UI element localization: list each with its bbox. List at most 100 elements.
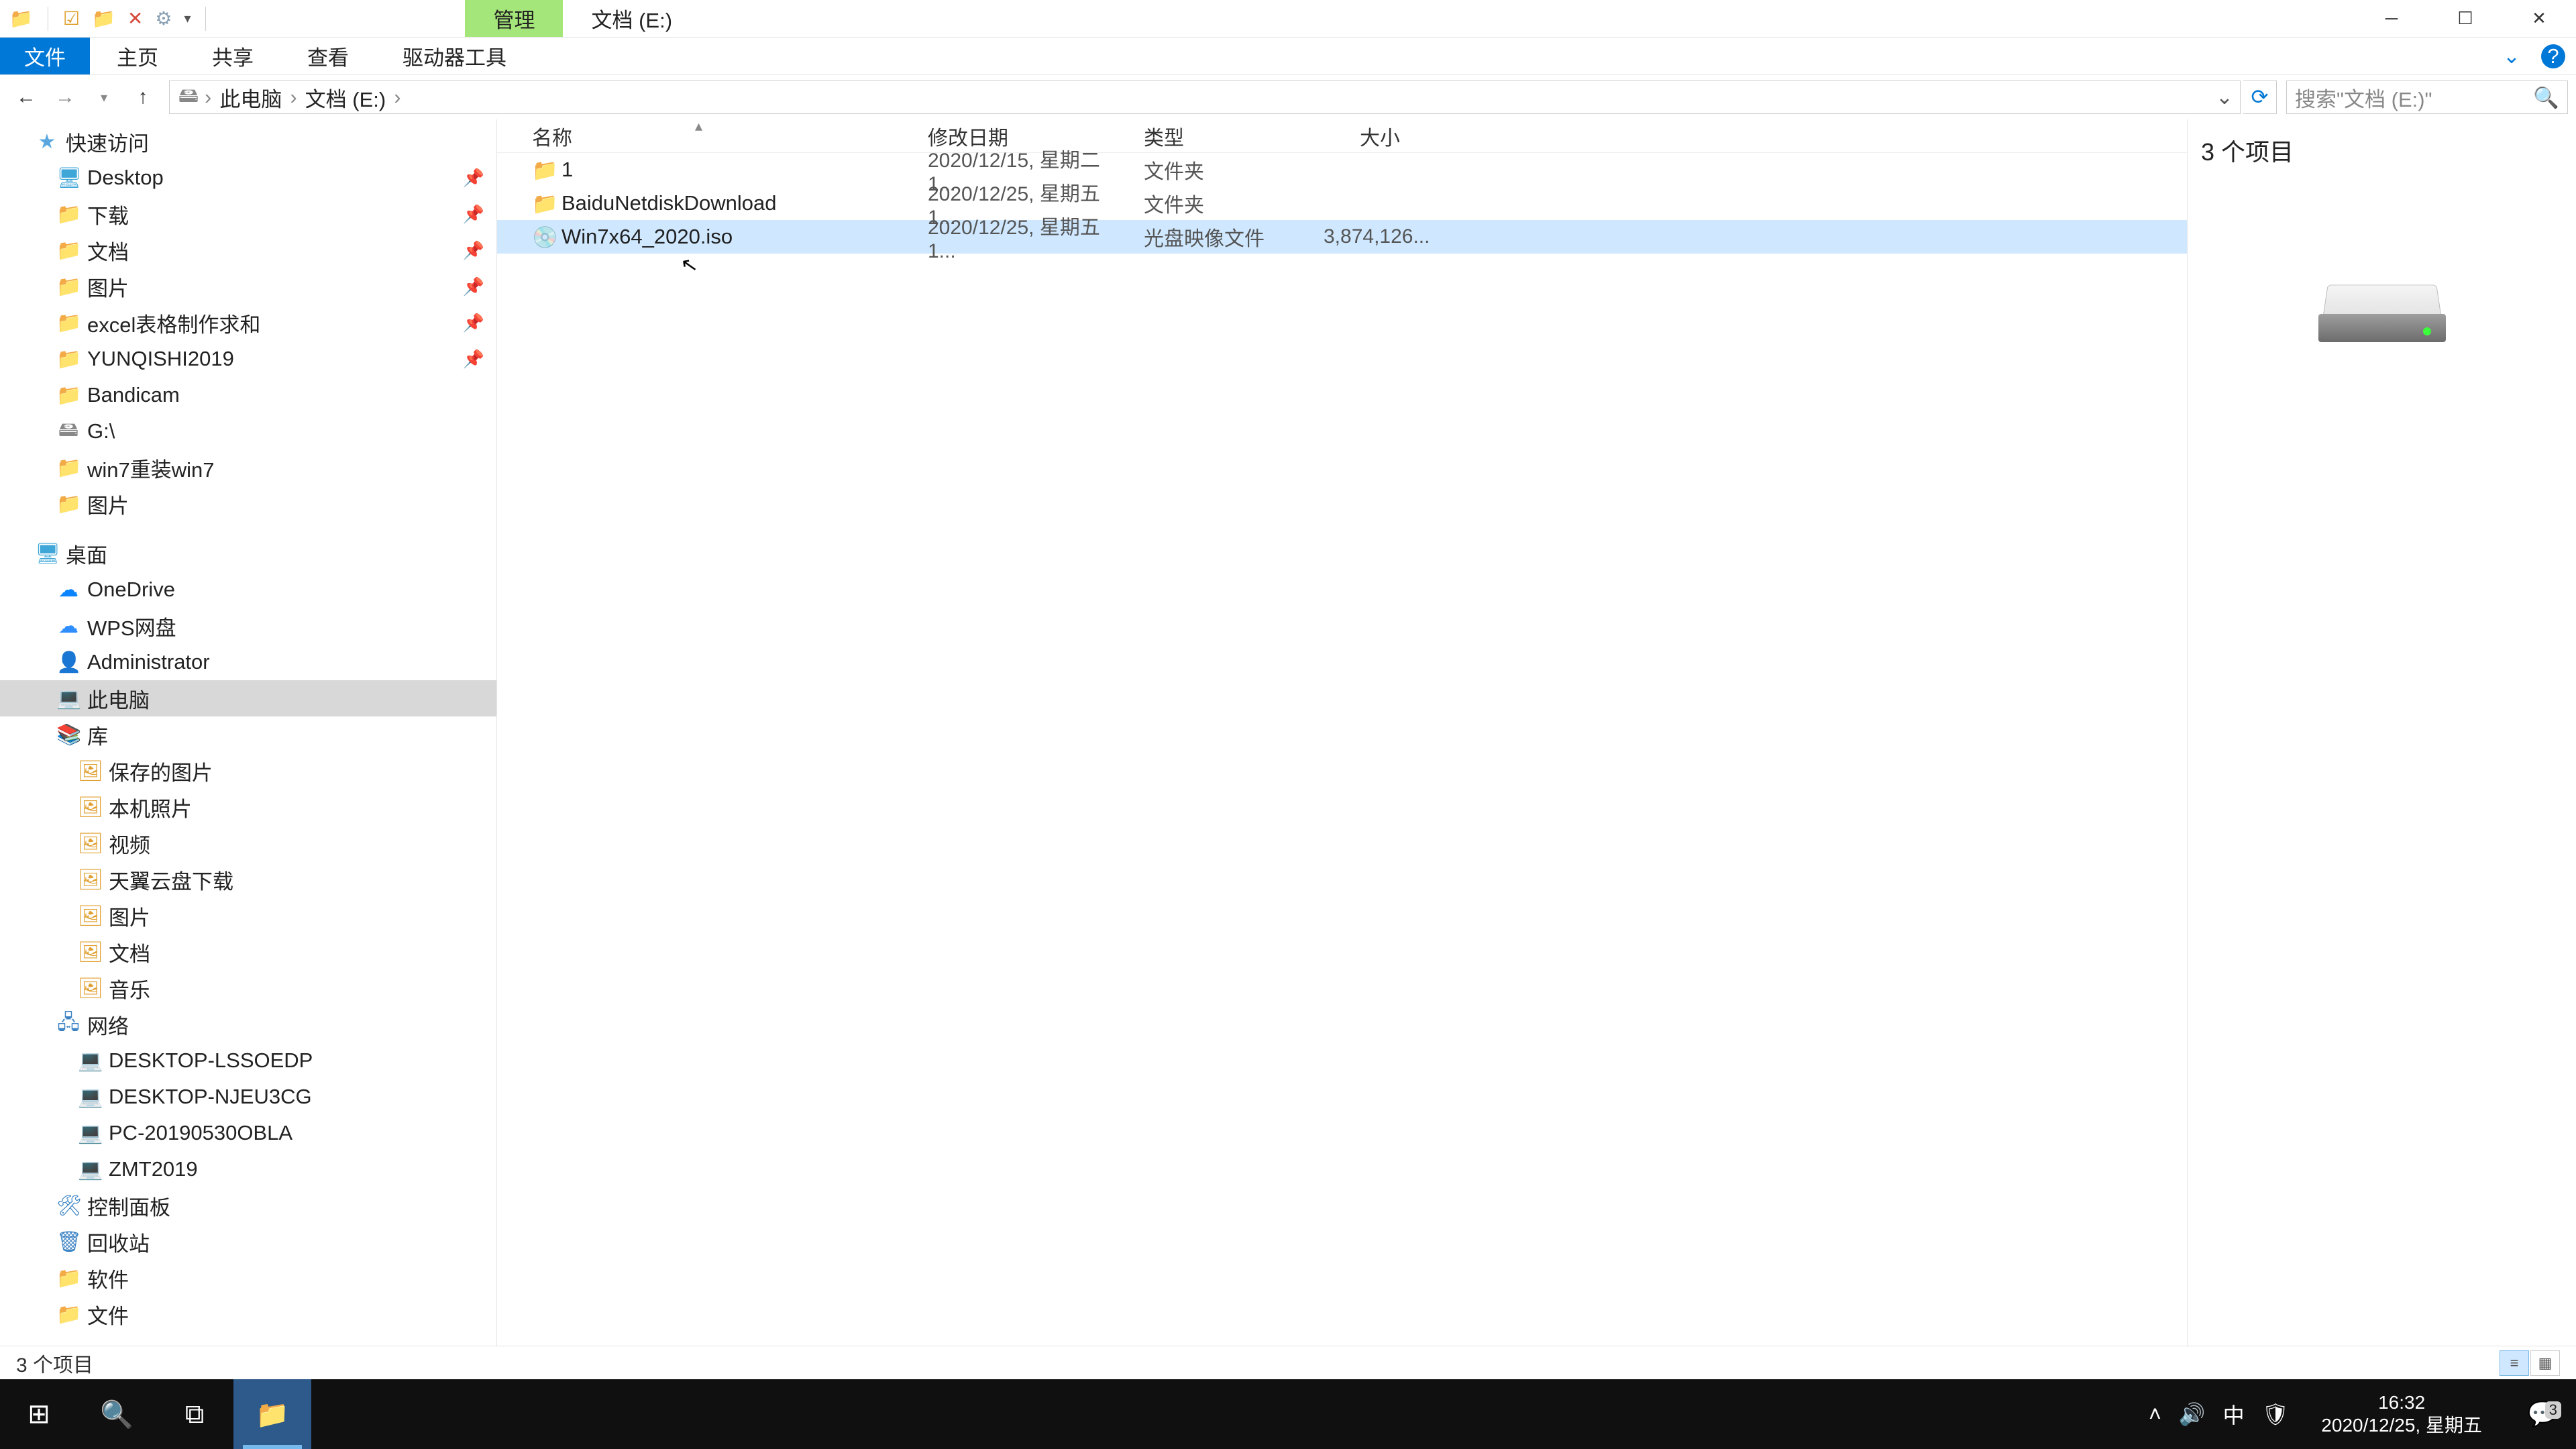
file-row[interactable]: 📁 1 2020/12/15, 星期二 1... 文件夹 [497,153,2187,186]
volume-icon[interactable]: 🔊 [2179,1401,2206,1427]
nav-desktop-item[interactable]: ☁ WPS网盘 [0,608,496,644]
nav-quick-item[interactable]: 📁 excel表格制作求和 📌 [0,305,496,341]
nav-quick-item[interactable]: 📁 YUNQISHI2019 📌 [0,341,496,377]
contextual-tab-manage[interactable]: 管理 [465,0,563,37]
recent-dropdown-icon[interactable]: ▾ [86,80,122,114]
ribbon-expand-icon[interactable]: ⌄ [2493,38,2530,74]
search-button[interactable]: 🔍 [78,1379,156,1449]
lib-icon: 📚 [56,723,80,747]
nav-lib-item[interactable]: 🖼 图片 [0,898,496,934]
nav-quick-item[interactable]: 📁 Bandicam [0,377,496,413]
tray-chevron-icon[interactable]: ˄ [2149,1402,2161,1427]
file-row[interactable]: 📁 BaiduNetdiskDownload 2020/12/25, 星期五 1… [497,186,2187,220]
nav-recycle-bin[interactable]: 🗑 回收站 [0,1224,496,1260]
notifications-button[interactable]: 💬3 [2514,1400,2571,1428]
pc-icon: 💻 [78,1085,102,1109]
nav-software[interactable]: 📁 软件 [0,1260,496,1296]
file-row[interactable]: 💿 Win7x64_2020.iso 2020/12/25, 星期五 1... … [497,220,2187,254]
nav-desktop-item[interactable]: 👤 Administrator [0,644,496,680]
pin-icon: 📌 [463,240,484,261]
qat-properties-icon[interactable]: ☑ [63,7,80,30]
address-bar[interactable]: 🖴 › 此电脑 › 文档 (E:) › ⌄ [169,80,2241,114]
clock[interactable]: 16:32 2020/12/25, 星期五 [2306,1391,2497,1436]
ribbon-tab-share[interactable]: 共享 [185,38,280,74]
nav-quick-item[interactable]: 📁 win7重装win7 [0,449,496,486]
view-details-button[interactable]: ≡ [2500,1350,2529,1376]
nav-label: 网络 [87,1010,129,1040]
breadcrumb[interactable]: 此电脑 [215,83,286,113]
refresh-button[interactable]: ⟳ [2243,80,2277,114]
forward-button[interactable]: → [47,80,83,114]
column-headers: 名称 ▴ 修改日期 类型 大小 [497,119,2187,153]
close-button[interactable]: ✕ [2502,0,2576,38]
address-dropdown-icon[interactable]: ⌄ [2216,85,2233,109]
nav-label: 图片 [87,489,129,519]
column-name[interactable]: 名称 ▴ [497,121,893,151]
nav-quick-access[interactable]: ★ 快速访问 [0,123,496,160]
nav-lib-item[interactable]: 🖼 音乐 [0,970,496,1006]
view-icons-button[interactable]: ▦ [2530,1350,2560,1376]
system-tray: ˄ 🔊 中 🛡 16:32 2020/12/25, 星期五 💬3 [2149,1391,2576,1436]
chevron-right-icon[interactable]: › [205,85,211,109]
column-type[interactable]: 类型 [1109,121,1289,151]
back-button[interactable]: ← [8,80,44,114]
qat-new-folder-icon[interactable]: 📁 [92,7,115,30]
nav-quick-item[interactable]: 🖴 G:\ [0,413,496,449]
qat-close-icon[interactable]: ✕ [127,7,143,30]
nav-desktop-item[interactable]: ☁ OneDrive [0,572,496,608]
nav-network[interactable]: 🖧 网络 [0,1006,496,1042]
qat-settings-icon[interactable]: ⚙ [155,7,172,30]
ribbon-tab-file[interactable]: 文件 [0,38,90,74]
nav-control-panel[interactable]: 🛠 控制面板 [0,1187,496,1224]
task-view-button[interactable]: ⧉ [156,1379,233,1449]
nav-quick-item[interactable]: 🖥 Desktop 📌 [0,160,496,196]
nav-lib-item[interactable]: 🖼 视频 [0,825,496,861]
taskbar-explorer[interactable]: 📁 [233,1379,311,1449]
security-icon[interactable]: 🛡 [2262,1401,2290,1427]
nav-network-pc[interactable]: 💻 PC-20190530OBLA [0,1115,496,1151]
nav-desktop-root[interactable]: 🖥 桌面 [0,535,496,572]
qat-dropdown-icon[interactable]: ▾ [184,10,191,27]
nav-quick-item[interactable]: 📁 文档 📌 [0,232,496,268]
folder-icon: 📁 [56,275,80,299]
chevron-right-icon[interactable]: › [394,85,400,109]
chevron-right-icon[interactable]: › [290,85,297,109]
nav-label: 图片 [109,901,150,931]
nav-label: 回收站 [87,1227,150,1257]
nav-network-pc[interactable]: 💻 DESKTOP-NJEU3CG [0,1079,496,1115]
nav-label: 本机照片 [109,792,192,822]
maximize-button[interactable]: ☐ [2428,0,2502,38]
search-input[interactable]: 搜索"文档 (E:)" 🔍 [2286,80,2568,114]
library-icon: 🖼 [78,868,102,892]
breadcrumb[interactable]: 文档 (E:) [301,83,390,113]
nav-label: YUNQISHI2019 [87,347,234,371]
ribbon: 文件 主页 共享 查看 驱动器工具 ⌄ ? [0,38,2576,75]
nav-lib-item[interactable]: 🖼 文档 [0,934,496,970]
file-type: 文件夹 [1109,189,1289,218]
file-name: 1 [561,158,573,182]
nav-lib-item[interactable]: 🖼 保存的图片 [0,753,496,789]
nav-lib-item[interactable]: 🖼 本机照片 [0,789,496,825]
nav-files[interactable]: 📁 文件 [0,1296,496,1332]
nav-network-pc[interactable]: 💻 ZMT2019 [0,1151,496,1187]
nav-quick-item[interactable]: 📁 图片 📌 [0,268,496,305]
nav-desktop-item[interactable]: 📚 库 [0,716,496,753]
nav-quick-item[interactable]: 📁 下载 📌 [0,196,496,232]
nav-desktop-item[interactable]: 💻 此电脑 [0,680,496,716]
help-icon[interactable]: ? [2541,44,2565,68]
ribbon-tab-view[interactable]: 查看 [280,38,376,74]
ribbon-tab-home[interactable]: 主页 [90,38,185,74]
nav-quick-item[interactable]: 📁 图片 [0,486,496,522]
nav-network-pc[interactable]: 💻 DESKTOP-LSSOEDP [0,1042,496,1079]
ribbon-tab-drive-tools[interactable]: 驱动器工具 [376,38,533,74]
nav-label: 视频 [109,828,150,859]
up-button[interactable]: ↑ [125,80,161,114]
clock-time: 16:32 [2321,1391,2482,1414]
column-size[interactable]: 大小 [1289,121,1409,151]
ime-indicator[interactable]: 中 [2223,1399,2245,1430]
nav-lib-item[interactable]: 🖼 天翼云盘下载 [0,861,496,898]
minimize-button[interactable]: ─ [2355,0,2428,38]
search-icon[interactable]: 🔍 [2533,85,2559,110]
pin-icon: 📌 [463,349,484,370]
start-button[interactable]: ⊞ [0,1379,78,1449]
